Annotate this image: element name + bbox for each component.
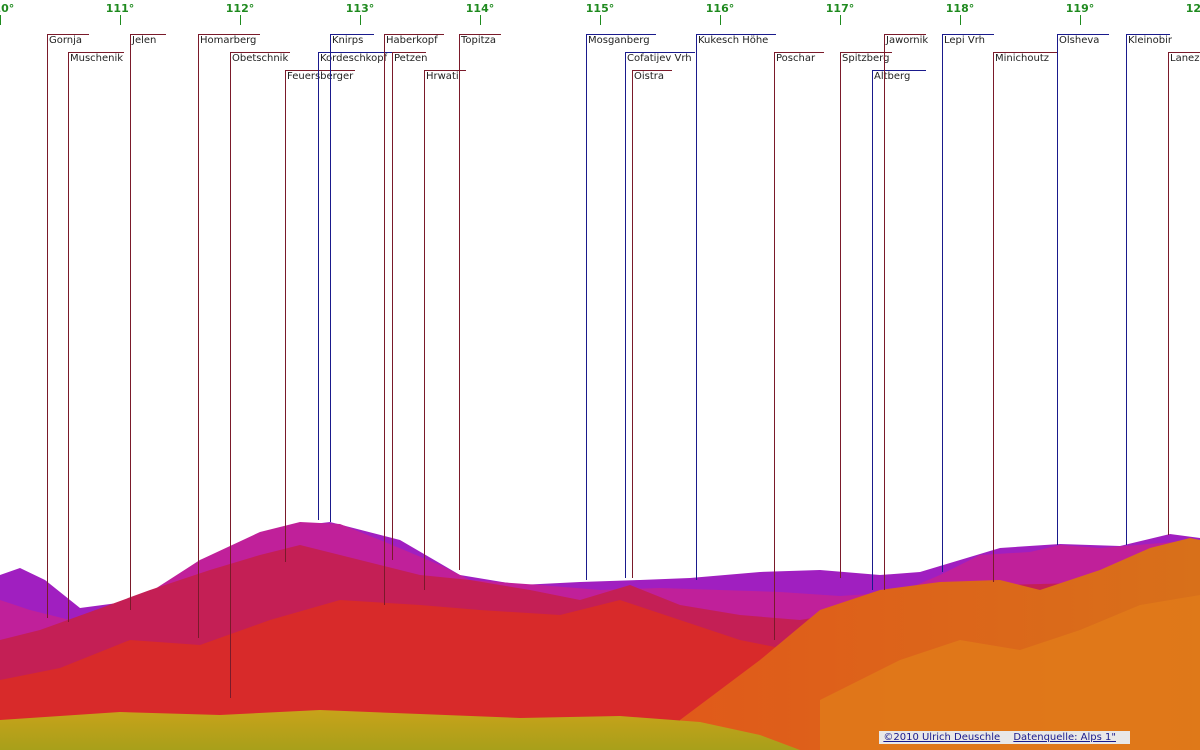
axis-tick-mark	[720, 15, 721, 25]
peak-line	[230, 52, 231, 698]
peak-line	[47, 34, 48, 618]
peak-label: Feuersberger	[287, 71, 354, 82]
axis-tick-mark	[240, 15, 241, 25]
axis-tick-label: 115°	[585, 2, 615, 15]
axis-tick-mark	[480, 15, 481, 25]
peak-label: Homarberg	[200, 35, 257, 46]
axis-tick-label: 120°	[1185, 2, 1200, 15]
axis-tick-mark	[360, 15, 361, 25]
axis-tick-label: 110°	[0, 2, 15, 15]
peak-label: Haberkopf	[386, 35, 438, 46]
axis-tick-mark	[600, 15, 601, 25]
peak-line	[872, 70, 873, 590]
peak-label: Topitza	[461, 35, 496, 46]
panorama-view: 110° 111° 112° 113° 114° 115° 116° 117° 118° 119°…	[0, 0, 1200, 750]
axis-tick-label: 116°	[705, 2, 735, 15]
peak-label: Oistra	[634, 71, 665, 82]
peak-label: Jawornik	[886, 35, 929, 46]
peak-label: Jelen	[132, 35, 157, 46]
peak-label: Cofatijev Vrh	[627, 53, 692, 64]
peak-line	[625, 52, 626, 578]
axis-tick-mark	[1080, 15, 1081, 25]
credits-bar: ©2010 Ulrich Deuschle Datenquelle: Alps …	[879, 731, 1130, 744]
peak-label: Lepi Vrh	[944, 35, 985, 46]
data-source-link[interactable]: Datenquelle: Alps 1"	[1013, 732, 1116, 743]
peak-label: Mosganberg	[588, 35, 650, 46]
peak-line	[586, 34, 587, 580]
peak-label: Hrwati	[426, 71, 459, 82]
axis-tick-label: 117°	[825, 2, 855, 15]
peak-line	[285, 70, 286, 562]
peak-line	[1126, 34, 1127, 545]
copyright-link[interactable]: ©2010 Ulrich Deuschle	[883, 732, 1000, 743]
axis-tick-label: 112°	[225, 2, 255, 15]
peak-label: Poschar	[776, 53, 816, 64]
peak-line	[696, 34, 697, 580]
peak-line	[884, 34, 885, 590]
peak-label: Kleinobir	[1128, 35, 1172, 46]
peak-line	[459, 34, 460, 570]
peak-line	[68, 52, 69, 622]
axis-tick-label: 111°	[105, 2, 135, 15]
peak-line	[840, 52, 841, 578]
peak-label: Spitzberg	[842, 53, 890, 64]
terrain-panorama	[0, 522, 1200, 750]
peak-label: Gornja	[49, 35, 83, 46]
axis-tick-label: 118°	[945, 2, 975, 15]
axis-tick-mark	[120, 15, 121, 25]
peak-line	[942, 34, 943, 572]
peak-label: Minichoutz	[995, 53, 1049, 64]
peak-line	[424, 70, 425, 590]
peak-line	[318, 52, 319, 520]
peak-line	[774, 52, 775, 640]
peak-label: Knirps	[332, 35, 364, 46]
peak-label: Olsheva	[1059, 35, 1100, 46]
axis-tick-label: 114°	[465, 2, 495, 15]
peak-label: Kukesch Höhe	[698, 35, 769, 46]
peak-line	[392, 52, 393, 560]
axis-tick-mark	[0, 15, 1, 25]
peak-label: Muschenik	[70, 53, 124, 64]
peak-label: Petzen	[394, 53, 428, 64]
peak-label: Obetschnik	[232, 53, 289, 64]
peak-line	[1057, 34, 1058, 545]
peak-line	[330, 34, 331, 522]
axis-tick-label: 119°	[1065, 2, 1095, 15]
axis-tick-mark	[960, 15, 961, 25]
axis-tick-label: 113°	[345, 2, 375, 15]
peak-label: Altberg	[874, 71, 911, 82]
peak-line	[198, 34, 199, 638]
peak-label: Lanezh	[1170, 53, 1200, 64]
axis-tick-mark	[840, 15, 841, 25]
peak-line	[993, 52, 994, 582]
peak-line	[130, 34, 131, 610]
peak-line	[1168, 52, 1169, 535]
peak-line	[632, 70, 633, 578]
peak-line	[384, 34, 385, 605]
